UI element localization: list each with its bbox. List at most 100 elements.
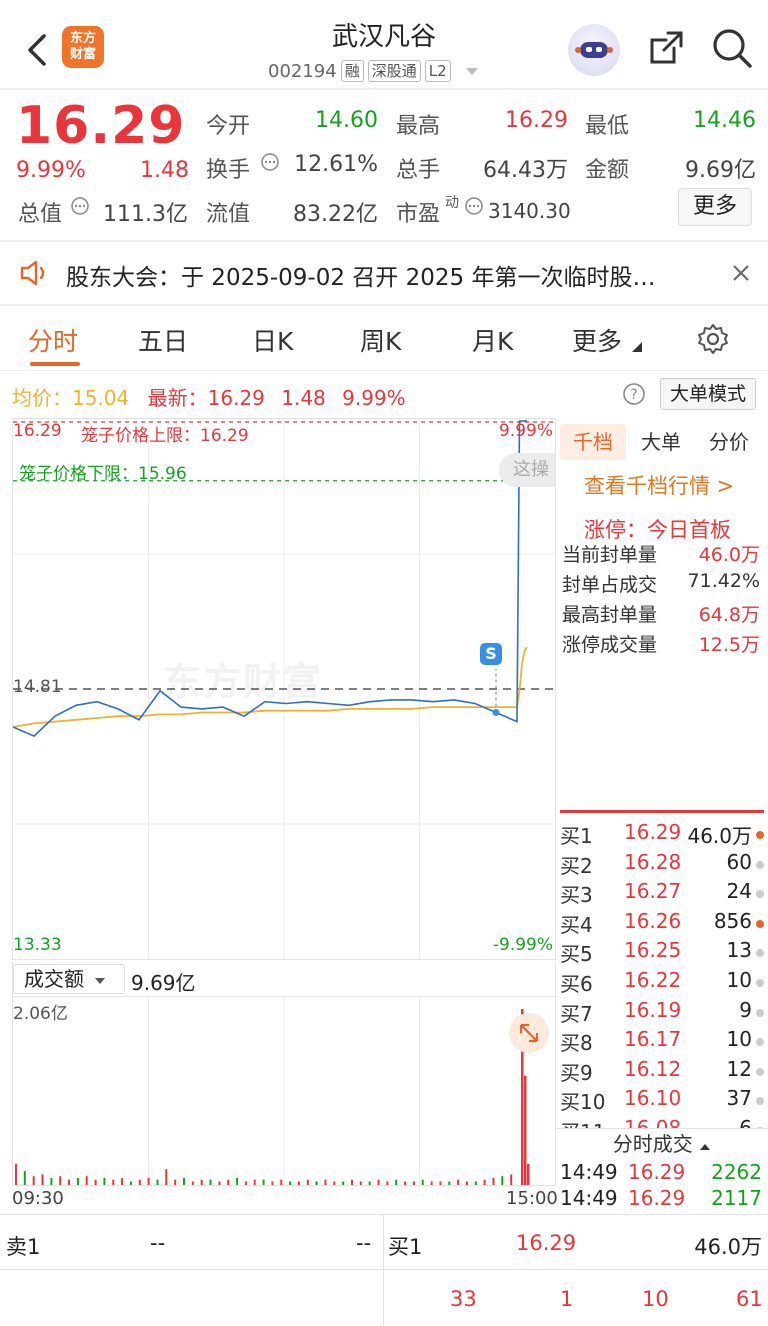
ticks-header[interactable]: 分时成交: [556, 1128, 768, 1160]
total-value: 111.3亿: [103, 202, 188, 227]
order-book-row[interactable]: 买1 16.29 46.0万: [560, 820, 766, 850]
tab-minute[interactable]: 分时: [28, 322, 78, 358]
view-thousand-link[interactable]: 查看千档行情 >: [584, 470, 734, 500]
queue-order: 33: [450, 1287, 477, 1311]
tab-five-day[interactable]: 五日: [138, 322, 188, 358]
chart-top-pct: 9.99%: [498, 421, 553, 441]
order-price: 16.10: [624, 1086, 682, 1111]
order-level: 买10: [560, 1090, 606, 1115]
order-book-row[interactable]: 买6 16.22 10: [560, 968, 766, 998]
stat-label: 当前封单量: [562, 544, 658, 566]
turnover-label[interactable]: 换手: [206, 152, 250, 184]
dropdown-icon[interactable]: [465, 66, 479, 76]
volume-selector[interactable]: 成交额: [13, 964, 125, 994]
order-price: 16.22: [624, 968, 682, 992]
order-book-row[interactable]: 买7 16.19 9: [560, 998, 766, 1028]
latest-pct: 9.99%: [342, 386, 406, 410]
help-icon[interactable]: ?: [622, 382, 646, 406]
info-circle-icon[interactable]: [464, 196, 484, 216]
volume-bar: [306, 1179, 309, 1185]
tab-day-k[interactable]: 日K: [252, 322, 293, 358]
tab-week-k[interactable]: 周K: [360, 322, 401, 358]
side-tab-thousand[interactable]: 千档: [560, 424, 626, 460]
volume-bar: [351, 1179, 353, 1185]
volume-bar: [368, 1181, 371, 1185]
order-book-row[interactable]: 买4 16.26 856: [560, 909, 766, 939]
side-tab-price[interactable]: 分价: [698, 424, 760, 460]
order-dot-icon: [756, 831, 764, 839]
sell1-label: 卖1: [6, 1235, 41, 1259]
total-value-label[interactable]: 总值: [18, 196, 62, 228]
order-dot-icon: [756, 1038, 764, 1047]
volume-bar: [404, 1181, 407, 1185]
hint-bubble[interactable]: 这操: [499, 453, 555, 487]
order-book-row[interactable]: 买3 16.27 24: [560, 879, 766, 909]
buy1-label: 买1: [388, 1235, 423, 1259]
more-button[interactable]: 更多: [678, 188, 752, 226]
order-level: 买4: [560, 912, 593, 937]
volume-header: 成交额 9.69亿: [12, 962, 556, 996]
volume-bar: [359, 1181, 362, 1185]
latest-label: 最新：: [147, 386, 208, 410]
volume-bar: [430, 1181, 433, 1185]
order-dot-icon: [756, 919, 764, 928]
stock-subline[interactable]: 002194 融 深股通 L2: [268, 60, 479, 82]
amount-value: 9.69亿: [685, 158, 756, 183]
volume-bar: [333, 1181, 336, 1185]
price-chart[interactable]: 16.29 笼子价格上限：16.29 9.99% 笼子价格下限：15.96 这操…: [12, 418, 556, 960]
assistant-avatar[interactable]: [568, 24, 620, 76]
watermark: 东方财富: [163, 660, 324, 704]
order-book-row[interactable]: 买5 16.25 13: [560, 938, 766, 968]
tab-more[interactable]: 更多: [572, 322, 622, 358]
sell1-price: --: [150, 1231, 166, 1255]
cage-lower-label: 笼子价格下限：15.96: [19, 464, 187, 484]
pe-value: 3140.30: [488, 199, 571, 223]
volume-chart[interactable]: 2.06亿: [12, 996, 556, 1186]
order-book-row[interactable]: 买9 16.12 12: [560, 1057, 766, 1087]
volume-bar: [315, 1181, 318, 1185]
volume-bar: [68, 1179, 71, 1185]
collapse-up-icon: [700, 1144, 711, 1150]
pe-label[interactable]: 市盈: [396, 196, 440, 228]
volume-total: 9.69亿: [131, 971, 196, 995]
volume-bar: [15, 1163, 17, 1185]
s-marker-icon[interactable]: S: [480, 643, 502, 665]
volume-bar: [253, 1179, 256, 1185]
order-book-row[interactable]: 买2 16.28 60: [560, 850, 766, 880]
search-icon[interactable]: [710, 26, 754, 70]
order-price: 16.25: [624, 938, 682, 963]
order-price: 16.17: [624, 1027, 682, 1052]
order-book-row[interactable]: 买10 16.10 37: [560, 1086, 766, 1116]
latest-change: 1.48: [281, 386, 326, 410]
volume-bar: [386, 1181, 389, 1185]
tab-month-k[interactable]: 月K: [472, 322, 513, 358]
order-quantity: 12: [726, 1056, 752, 1081]
volume-bar: [492, 1178, 495, 1185]
order-book-row[interactable]: 买8 16.17 10: [560, 1027, 766, 1057]
buy1-price: 16.29: [516, 1231, 577, 1255]
info-circle-icon[interactable]: [70, 196, 90, 216]
high-value: 16.29: [505, 108, 568, 133]
settings-gear-icon[interactable]: [696, 322, 730, 356]
stock-code: 002194: [268, 60, 337, 82]
share-icon[interactable]: [646, 28, 686, 68]
expand-button[interactable]: [509, 1013, 549, 1053]
stat-label: 涨停成交量: [562, 634, 658, 656]
side-tab-big-order[interactable]: 大单: [630, 424, 692, 460]
order-quantity: 10: [726, 1027, 752, 1052]
volume-bar: [156, 1179, 159, 1185]
latest-value: 16.29: [207, 386, 265, 410]
notice-text[interactable]: 股东大会：于 2025-09-02 召开 2025 年第一次临时股…: [66, 258, 655, 292]
order-level: 买7: [560, 1001, 593, 1026]
sell1-qty: --: [356, 1231, 372, 1255]
big-order-mode-button[interactable]: 大单模式: [660, 378, 756, 410]
info-circle-icon[interactable]: [260, 152, 280, 172]
volume-bar: [50, 1178, 53, 1185]
ticks-title: 分时成交: [612, 1132, 693, 1156]
avg-price-info: 均价：15.04 最新：16.29 1.48 9.99%: [12, 382, 406, 411]
volume-bar: [129, 1181, 132, 1185]
chart-bottom-pct: -9.99%: [492, 935, 553, 955]
close-icon[interactable]: [732, 264, 750, 282]
tag-margin: 融: [340, 60, 364, 82]
order-level: 买6: [560, 972, 593, 996]
